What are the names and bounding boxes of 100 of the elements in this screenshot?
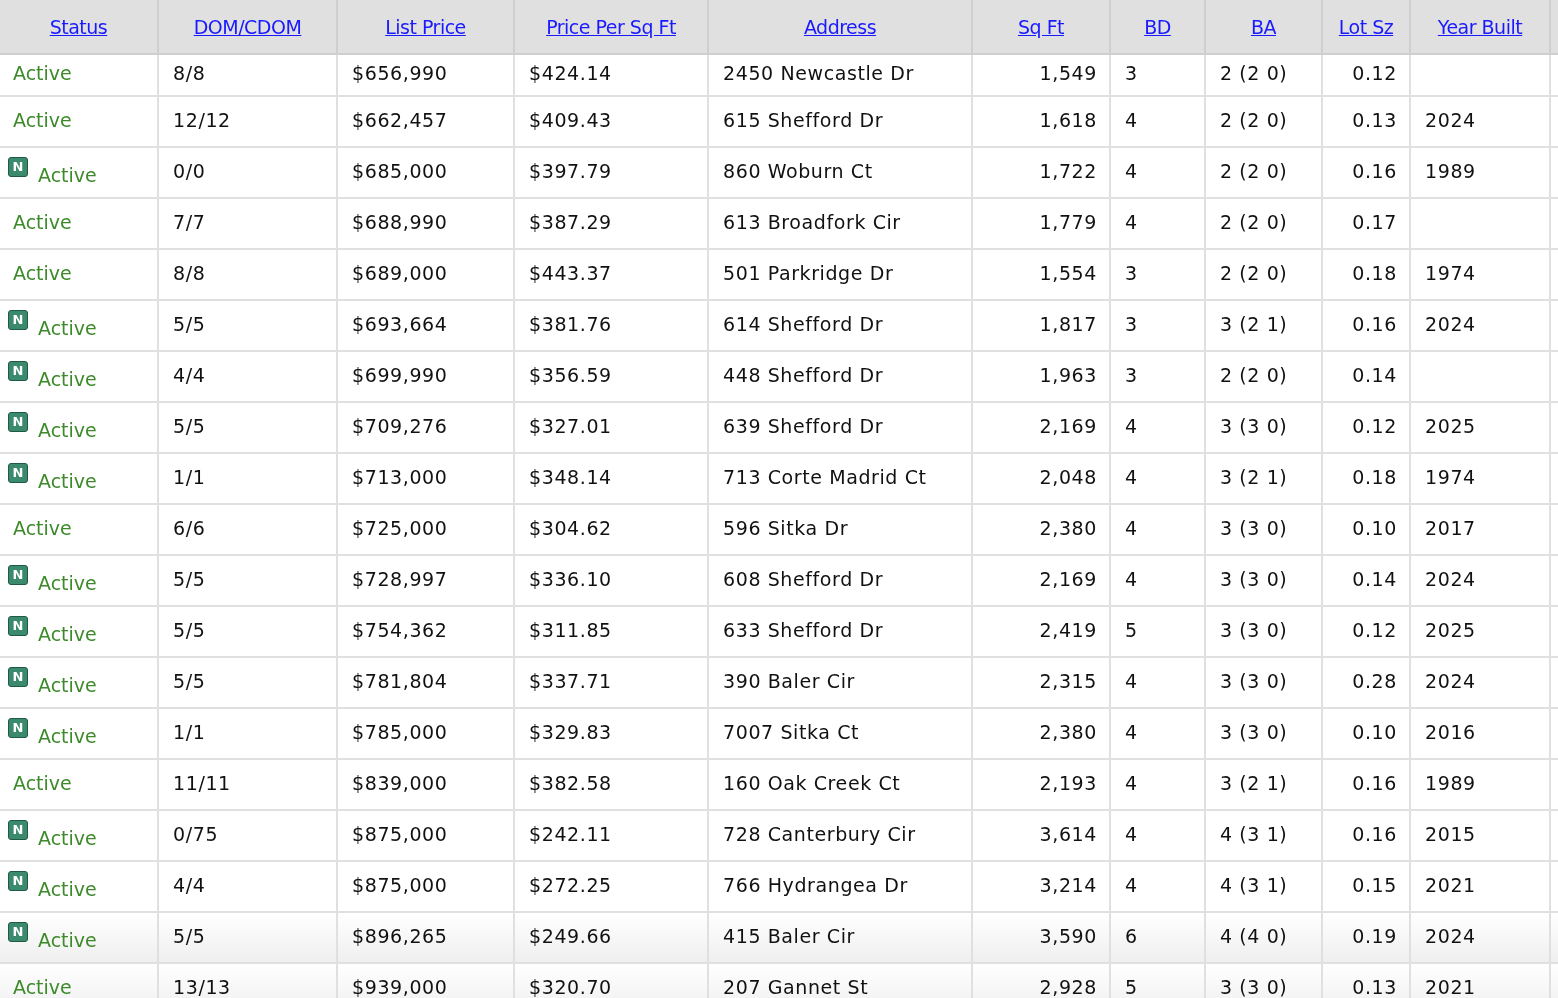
table-cell: 713 Corte Madrid Ct (709, 454, 973, 505)
table-cell: 2025 (1411, 607, 1551, 658)
table-cell: 4/4 (159, 352, 338, 403)
table-cell: 615 Shefford Dr (709, 97, 973, 148)
table-cell: 501 Parkridge Dr (709, 250, 973, 301)
column-header-link[interactable]: Lot Sz (1338, 15, 1394, 38)
table-cell: 3,614 (973, 811, 1111, 862)
table-cell: 0.18 (1323, 250, 1411, 301)
status-text: Active (38, 418, 97, 441)
table-cell: 728 Canterbury Cir (709, 811, 973, 862)
table-cell: 0.16 (1323, 760, 1411, 811)
table-cell: 8/8 (159, 250, 338, 301)
column-header-link[interactable]: BD (1144, 15, 1171, 38)
status-text: Active (12, 771, 72, 794)
table-cell: 4/4 (159, 862, 338, 913)
table-cell: 8/8 (159, 55, 338, 97)
table-cell: 5/5 (159, 913, 338, 964)
table-cell: 1989 (1411, 760, 1551, 811)
table-cell: $725,000 (338, 505, 515, 556)
table-cell: $728,997 (338, 556, 515, 607)
table-cell: 1,554 (973, 250, 1111, 301)
table-cell: 0.12 (1323, 55, 1411, 97)
new-badge: N (8, 666, 28, 687)
table-cell: 2024 (1411, 301, 1551, 352)
column-header-link[interactable]: Year Built (1437, 15, 1523, 38)
table-cell: 0.17 (1323, 199, 1411, 250)
table-cell: 2450 Newcastle Dr (709, 55, 973, 97)
table-cell: $356.59 (515, 352, 709, 403)
table-cell: $272.25 (515, 862, 709, 913)
column-header-link[interactable]: Price Per Sq Ft (546, 15, 676, 38)
table-cell: $875,000 (338, 811, 515, 862)
table-cell: $839,000 (338, 760, 515, 811)
table-cell: $713,000 (338, 454, 515, 505)
table-cell: 0/0 (159, 148, 338, 199)
table-cell: 0.18 (1323, 454, 1411, 505)
new-badge: N (8, 870, 28, 891)
table-cell: 5/5 (159, 556, 338, 607)
table-cell: 3 (3 0) (1206, 505, 1323, 556)
table-cell: $709,276 (338, 403, 515, 454)
table-cell: $896,265 (338, 913, 515, 964)
table-cell: 4 (1111, 403, 1206, 454)
table-cell: 2,169 (973, 556, 1111, 607)
table-cell: 596 Sitka Dr (709, 505, 973, 556)
table-cell: 0.15 (1323, 862, 1411, 913)
table-cell: 2 (2 0) (1206, 352, 1323, 403)
table-cell: 2 (2 0) (1206, 250, 1323, 301)
table-cell: 3 (1111, 301, 1206, 352)
table-cell: 4 (1111, 556, 1206, 607)
table-cell: 5/5 (159, 301, 338, 352)
table-cell: 3 (1111, 250, 1206, 301)
table-cell: 3 (1111, 55, 1206, 97)
table-cell: 3,590 (973, 913, 1111, 964)
table-cell: 4 (1111, 760, 1206, 811)
column-header-link[interactable]: List Price (385, 15, 466, 38)
table-cell: $754,362 (338, 607, 515, 658)
table-cell: 1,549 (973, 55, 1111, 97)
table-cell: 207 Gannet St (709, 964, 973, 998)
table-cell: $382.58 (515, 760, 709, 811)
table-cell: 12/12 (159, 97, 338, 148)
table-cell: 2 (2 0) (1206, 148, 1323, 199)
table-cell: 390 Baler Cir (709, 658, 973, 709)
status-text: Active (12, 210, 72, 233)
table-cell: $939,000 (338, 964, 515, 998)
table-cell: 4 (1111, 811, 1206, 862)
table-cell: 3 (3 0) (1206, 964, 1323, 998)
status-text: Active (38, 316, 97, 339)
table-cell: 2,928 (973, 964, 1111, 998)
table-cell: 0.12 (1323, 403, 1411, 454)
table-cell: $875,000 (338, 862, 515, 913)
column-header-link[interactable]: Sq Ft (1017, 15, 1064, 38)
column-header-link[interactable]: BA (1250, 15, 1276, 38)
table-cell: 7/7 (159, 199, 338, 250)
column-header-link[interactable]: Status (49, 15, 108, 38)
status-text: Active (38, 826, 97, 849)
table-cell: 3 (3 0) (1206, 658, 1323, 709)
table-cell: $688,990 (338, 199, 515, 250)
column-header-link[interactable]: DOM/CDOM (193, 15, 302, 38)
table-cell: 766 Hydrangea Dr (709, 862, 973, 913)
table-cell: 4 (1111, 505, 1206, 556)
table-cell: $785,000 (338, 709, 515, 760)
column-header-link[interactable]: Address (803, 15, 877, 38)
table-cell: 2 (2 0) (1206, 199, 1323, 250)
table-cell: 415 Baler Cir (709, 913, 973, 964)
table-cell: 5 (1111, 964, 1206, 998)
status-text: Active (38, 673, 97, 696)
status-text: Active (12, 108, 72, 131)
table-cell: $397.79 (515, 148, 709, 199)
table-cell: 3 (2 1) (1206, 454, 1323, 505)
table-cell: 2017 (1411, 505, 1551, 556)
new-badge: N (8, 411, 28, 432)
table-cell: 3 (3 0) (1206, 709, 1323, 760)
table-cell: 6/6 (159, 505, 338, 556)
table-cell: 4 (4 0) (1206, 913, 1323, 964)
table-cell: 5 (1111, 607, 1206, 658)
table-cell: 160 Oak Creek Ct (709, 760, 973, 811)
table-cell: $685,000 (338, 148, 515, 199)
table-cell: 3 (3 0) (1206, 403, 1323, 454)
status-text: Active (38, 724, 97, 747)
table-cell: $348.14 (515, 454, 709, 505)
table-cell: 4 (1111, 97, 1206, 148)
